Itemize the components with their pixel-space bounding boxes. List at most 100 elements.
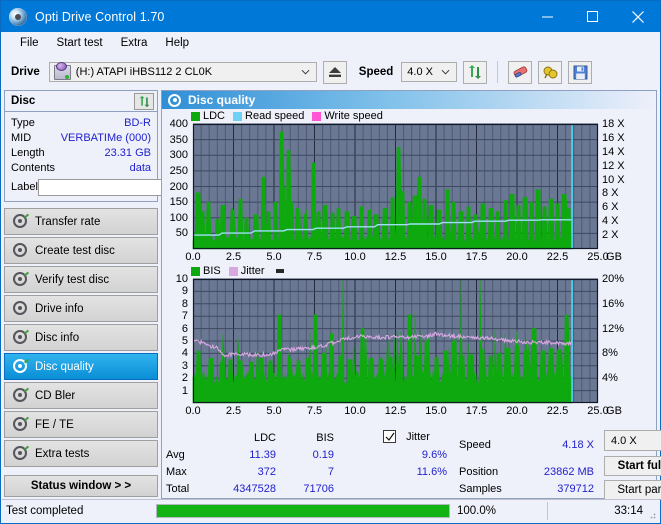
legend-label: Write speed (324, 110, 383, 122)
x-tick-label: 15.0 (425, 405, 447, 417)
eject-icon (328, 67, 341, 77)
sidebar-item-label: Drive info (35, 302, 84, 315)
maximize-button[interactable] (570, 1, 615, 32)
status-bar: Test completed 100.0% 33:14 (2, 499, 659, 522)
sidebar-item-label: Transfer rate (35, 215, 101, 228)
eraser-icon (513, 65, 528, 77)
start-full-button[interactable]: Start full (604, 456, 661, 476)
disc-row-type: Type BD-R (11, 115, 151, 130)
stats-position-value: 23862 MB (543, 466, 594, 478)
x-tick-label: 7.5 (306, 405, 323, 417)
charts-area: LDC Read speed Write speed 50 100 150 200 250 3… (162, 109, 656, 419)
legend-swatch (191, 111, 200, 121)
legend-swatch (312, 111, 322, 121)
x-tick-label: 20.0 (506, 405, 528, 417)
disc-label-key: Label (11, 181, 38, 193)
drive-icon (53, 61, 71, 80)
disc-icon (13, 271, 30, 287)
close-button[interactable] (615, 1, 660, 32)
sidebar-item-disc-quality[interactable]: Disc quality (4, 353, 158, 380)
progress-bar-fill (157, 505, 449, 517)
legend-label: LDC (203, 110, 226, 122)
disc-row-contents-key: Contents (11, 161, 56, 174)
save-button[interactable] (568, 60, 593, 84)
y2-tick-label: 16 X (602, 131, 625, 144)
y-tick-label: 6 (181, 322, 188, 335)
sidebar-item-extra-tests[interactable]: Extra tests (4, 440, 158, 467)
eject-button[interactable] (322, 60, 347, 84)
legend-entry: Write speed (312, 110, 383, 122)
x-tick-label: 22.5 (546, 405, 569, 417)
disc-label-row: Label (11, 177, 240, 197)
disc-row-mid-key: MID (11, 131, 32, 144)
stats-position-label: Position (459, 466, 499, 478)
refresh-button[interactable] (463, 60, 488, 84)
sidebar-item-fe-te[interactable]: FE / TE (4, 411, 158, 438)
legend-entry: Jitter (228, 265, 265, 277)
y2-tick-label: 2 X (602, 229, 619, 242)
disc-row-type-key: Type (11, 116, 35, 129)
sidebar-item-transfer-rate[interactable]: Transfer rate (4, 208, 158, 235)
disc-icon (13, 358, 30, 374)
status-window-button[interactable]: Status window > > (4, 475, 158, 497)
menu-file[interactable]: File (11, 35, 48, 51)
refresh-arrows-icon (469, 65, 482, 79)
legend-entry: BIS (191, 265, 221, 277)
disc-icon (13, 301, 28, 316)
x-axis-labels: 0.0 2.5 5.0 7.5 10.0 12.5 15.0 17.5 20.0 22.5 25.0… (162, 405, 653, 419)
y-tick-label: 8 (181, 297, 188, 310)
sidebar: Disc Type BD-R MID VERBATIMe (000) Lengt… (2, 90, 240, 499)
test-speed-select[interactable]: 4.0 X (604, 430, 661, 451)
speed-select[interactable]: 4.0 X (401, 62, 458, 82)
stats-samples-value: 379712 (557, 483, 594, 495)
y-tick-label: 1 (181, 384, 188, 397)
disc-icon (13, 329, 30, 345)
chart-svg (192, 123, 599, 250)
disc-panel: Disc Type BD-R MID VERBATIMe (000) Lengt… (4, 90, 240, 202)
ldc-chart: LDC Read speed Write speed 50 100 150 200 250 3… (162, 110, 656, 265)
drive-select[interactable]: (H:) ATAPI iHBS112 2 CL0K (48, 61, 317, 82)
x-axis-unit: GB (606, 251, 622, 263)
disc-icon (9, 7, 27, 26)
y-tick-label: 7 (181, 310, 188, 323)
content-header-title: Disc quality (188, 93, 256, 107)
erase-button[interactable] (508, 60, 533, 84)
sidebar-item-create-test-disc[interactable]: Create test disc (4, 237, 158, 264)
y-tick-label: 4 (181, 347, 188, 360)
y2-tick-label: 4 X (602, 215, 619, 228)
sidebar-item-drive-info[interactable]: Drive info (4, 295, 158, 322)
disc-quality-icon (168, 93, 181, 107)
x-tick-label: 7.5 (306, 251, 323, 263)
x-tick-label: 17.5 (465, 251, 488, 263)
y-tick-label: 9 (181, 285, 188, 298)
menu-extra[interactable]: Extra (112, 35, 157, 51)
sidebar-item-label: FE / TE (35, 418, 74, 431)
disc-row-contents: Contents data (11, 160, 151, 175)
x-tick-label: 5.0 (266, 251, 282, 263)
disc-row-contents-value: data (129, 161, 151, 174)
stats-row-total-label: Total (166, 483, 190, 495)
bulb-button[interactable] (538, 60, 563, 84)
sidebar-item-label: Extra tests (35, 447, 90, 460)
jitter-checkbox[interactable]: Jitter (383, 430, 430, 443)
check-icon (385, 432, 394, 441)
sidebar-item-disc-info[interactable]: Disc info (4, 324, 158, 351)
y-tick-label: 200 (169, 180, 188, 193)
legend-label: Jitter (240, 265, 265, 277)
sidebar-item-cd-bler[interactable]: CD Bler (4, 382, 158, 409)
main-body: Disc Type BD-R MID VERBATIMe (000) Lengt… (2, 90, 661, 500)
chart-svg (192, 278, 599, 404)
start-part-button[interactable]: Start part (604, 480, 661, 500)
minimize-button[interactable] (525, 1, 570, 32)
progress-bar (156, 504, 450, 518)
resize-grip-icon[interactable] (646, 509, 656, 519)
speed-select-value: 4.0 X (407, 66, 433, 78)
sidebar-item-verify-test-disc[interactable]: Verify test disc (4, 266, 158, 293)
stats-total-bis: 71706 (303, 483, 334, 495)
y2-tick-label: 4% (602, 372, 618, 385)
menu-start-test[interactable]: Start test (48, 35, 112, 51)
menu-help[interactable]: Help (156, 35, 198, 51)
sidebar-item-label: Create test disc (35, 244, 115, 257)
disc-refresh-button[interactable] (134, 92, 154, 110)
stats-max-bis: 7 (327, 466, 334, 478)
